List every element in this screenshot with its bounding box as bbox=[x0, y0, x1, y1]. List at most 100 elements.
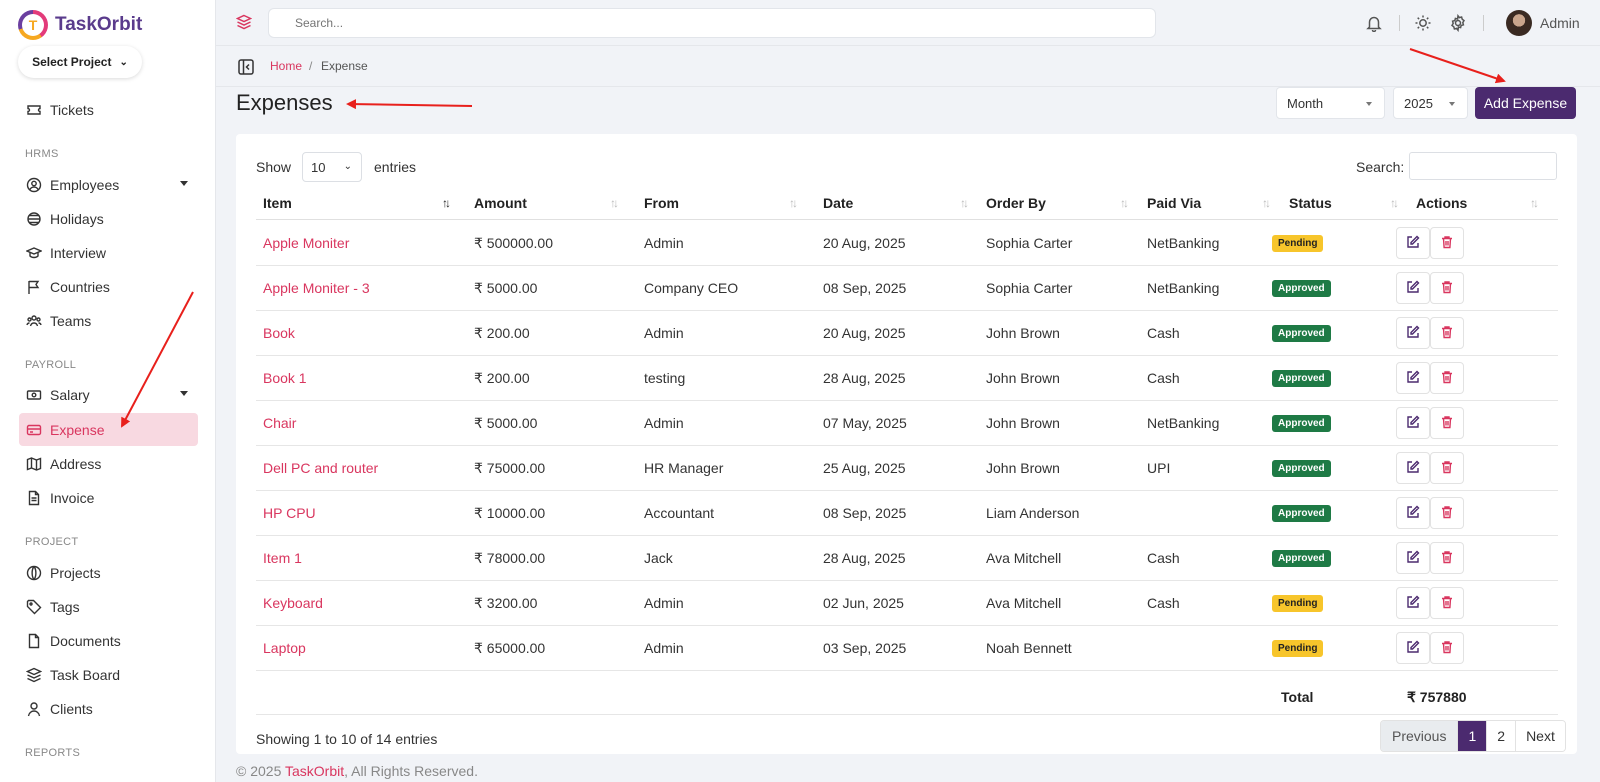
cell-item[interactable]: Chair bbox=[263, 415, 296, 431]
gear-icon[interactable] bbox=[1449, 13, 1467, 33]
column-header-amount[interactable]: Amount bbox=[474, 195, 527, 211]
period-select[interactable]: Month bbox=[1276, 87, 1385, 119]
sidebar-item-expense[interactable]: Expense bbox=[19, 413, 198, 446]
edit-button[interactable] bbox=[1396, 632, 1430, 664]
edit-button[interactable] bbox=[1396, 317, 1430, 349]
edit-button[interactable] bbox=[1396, 227, 1430, 259]
cell-from: Admin bbox=[644, 415, 684, 431]
delete-button[interactable] bbox=[1430, 542, 1464, 574]
table-row: Item 1 ₹ 78000.00 Jack 28 Aug, 2025 Ava Mitc… bbox=[256, 535, 1558, 581]
app-logo[interactable]: T TaskOrbit bbox=[18, 10, 142, 40]
cell-item[interactable]: Apple Moniter bbox=[263, 235, 349, 251]
edit-button[interactable] bbox=[1396, 272, 1430, 304]
table-row: Apple Moniter ₹ 500000.00 Admin 20 Aug, 202… bbox=[256, 220, 1558, 266]
column-header-from[interactable]: From bbox=[644, 195, 679, 211]
avatar[interactable] bbox=[1506, 10, 1532, 36]
status-badge: Approved bbox=[1272, 370, 1331, 387]
user-circle-icon bbox=[26, 177, 42, 193]
pagination-next[interactable]: Next bbox=[1516, 721, 1565, 751]
cell-item[interactable]: Dell PC and router bbox=[263, 460, 378, 476]
sun-icon[interactable] bbox=[1414, 14, 1432, 32]
sort-icon[interactable]: ↑↓ bbox=[1120, 196, 1129, 210]
cell-item[interactable]: Keyboard bbox=[263, 595, 323, 611]
sort-icon[interactable]: ↑↓ bbox=[1262, 196, 1271, 210]
sort-icon[interactable]: ↑↓ bbox=[1530, 196, 1539, 210]
cell-item[interactable]: Book bbox=[263, 325, 295, 341]
delete-button[interactable] bbox=[1430, 362, 1464, 394]
edit-icon bbox=[1406, 280, 1420, 297]
global-search-input[interactable] bbox=[268, 8, 1156, 38]
page-length-value: 10 bbox=[311, 159, 326, 175]
cell-from: testing bbox=[644, 370, 686, 386]
edit-button[interactable] bbox=[1396, 497, 1430, 529]
sort-icon[interactable]: ↑↓ bbox=[960, 196, 969, 210]
delete-button[interactable] bbox=[1430, 272, 1464, 304]
sidebar-item-documents[interactable]: Documents bbox=[19, 624, 198, 657]
edit-button[interactable] bbox=[1396, 362, 1430, 394]
sidebar-item-invoice[interactable]: Invoice bbox=[19, 481, 198, 514]
flag-icon bbox=[26, 279, 42, 295]
breadcrumb-home[interactable]: Home bbox=[270, 59, 302, 73]
cell-item[interactable]: Laptop bbox=[263, 640, 306, 656]
status-badge: Approved bbox=[1272, 460, 1331, 477]
edit-button[interactable] bbox=[1396, 407, 1430, 439]
sort-icon[interactable]: ↑↓ bbox=[610, 196, 619, 210]
edit-button[interactable] bbox=[1396, 542, 1430, 574]
delete-button[interactable] bbox=[1430, 317, 1464, 349]
sidebar-item-countries[interactable]: Countries bbox=[19, 270, 198, 303]
edit-button[interactable] bbox=[1396, 452, 1430, 484]
column-header-status[interactable]: Status bbox=[1289, 195, 1332, 211]
cell-item[interactable]: Apple Moniter - 3 bbox=[263, 280, 370, 296]
sort-icon[interactable]: ↑↓ bbox=[1390, 196, 1399, 210]
sidebar-item-clients[interactable]: Clients bbox=[19, 692, 198, 725]
sidebar-item-task-board[interactable]: Task Board bbox=[19, 658, 198, 691]
sidebar-item-projects[interactable]: Projects bbox=[19, 556, 198, 589]
sort-icon[interactable]: ↑↓ bbox=[789, 196, 798, 210]
column-header-order-by[interactable]: Order By bbox=[986, 195, 1046, 211]
page-length-select[interactable]: 10 ⌄ bbox=[302, 152, 362, 182]
bell-icon[interactable] bbox=[1365, 14, 1383, 33]
pagination-page-2[interactable]: 2 bbox=[1487, 721, 1517, 751]
table-header: Item ↑↓ Amount ↑↓ From ↑↓ Date ↑↓ Order … bbox=[256, 186, 1558, 220]
delete-button[interactable] bbox=[1430, 587, 1464, 619]
sidebar: T TaskOrbit Select Project ⌄ Tickets HRM… bbox=[0, 0, 216, 782]
pagination-previous[interactable]: Previous bbox=[1381, 721, 1459, 751]
sidebar-item-address[interactable]: Address bbox=[19, 447, 198, 480]
year-select[interactable]: 2025 bbox=[1393, 87, 1468, 119]
cell-from: Jack bbox=[644, 550, 673, 566]
column-header-paid-via[interactable]: Paid Via bbox=[1147, 195, 1201, 211]
table-row: Dell PC and router ₹ 75000.00 HR Manager 25… bbox=[256, 445, 1558, 491]
cell-item[interactable]: Item 1 bbox=[263, 550, 302, 566]
delete-button[interactable] bbox=[1430, 497, 1464, 529]
edit-button[interactable] bbox=[1396, 587, 1430, 619]
table-search-input[interactable] bbox=[1409, 152, 1557, 180]
sidebar-item-salary[interactable]: Salary bbox=[19, 378, 198, 411]
sort-asc-icon[interactable]: ↑↓ bbox=[442, 196, 451, 210]
column-header-date[interactable]: Date bbox=[823, 195, 853, 211]
cell-item[interactable]: Book 1 bbox=[263, 370, 307, 386]
delete-button[interactable] bbox=[1430, 227, 1464, 259]
pagination-page-1[interactable]: 1 bbox=[1458, 721, 1488, 751]
cell-item[interactable]: HP CPU bbox=[263, 505, 316, 521]
sidebar-toggle-icon[interactable] bbox=[237, 58, 255, 76]
project-select[interactable]: Select Project ⌄ bbox=[18, 46, 142, 78]
user-name[interactable]: Admin bbox=[1540, 15, 1580, 31]
trash-icon bbox=[1440, 280, 1454, 297]
layers-icon[interactable] bbox=[235, 14, 253, 33]
map-icon bbox=[26, 456, 42, 472]
status-badge: Approved bbox=[1272, 505, 1331, 522]
sidebar-item-interview[interactable]: Interview bbox=[19, 236, 198, 269]
delete-button[interactable] bbox=[1430, 407, 1464, 439]
sidebar-item-tags[interactable]: Tags bbox=[19, 590, 198, 623]
delete-button[interactable] bbox=[1430, 632, 1464, 664]
sidebar-item-label: Address bbox=[50, 455, 102, 472]
sidebar-item-holidays[interactable]: Holidays bbox=[19, 202, 198, 235]
cell-from: Admin bbox=[644, 595, 684, 611]
sidebar-item-teams[interactable]: Teams bbox=[19, 304, 198, 337]
footer-brand-link[interactable]: TaskOrbit bbox=[285, 763, 344, 779]
sidebar-item-tickets[interactable]: Tickets bbox=[19, 93, 198, 126]
add-expense-button[interactable]: Add Expense bbox=[1475, 87, 1576, 119]
sidebar-item-employees[interactable]: Employees bbox=[19, 168, 198, 201]
delete-button[interactable] bbox=[1430, 452, 1464, 484]
column-header-item[interactable]: Item bbox=[263, 195, 292, 211]
